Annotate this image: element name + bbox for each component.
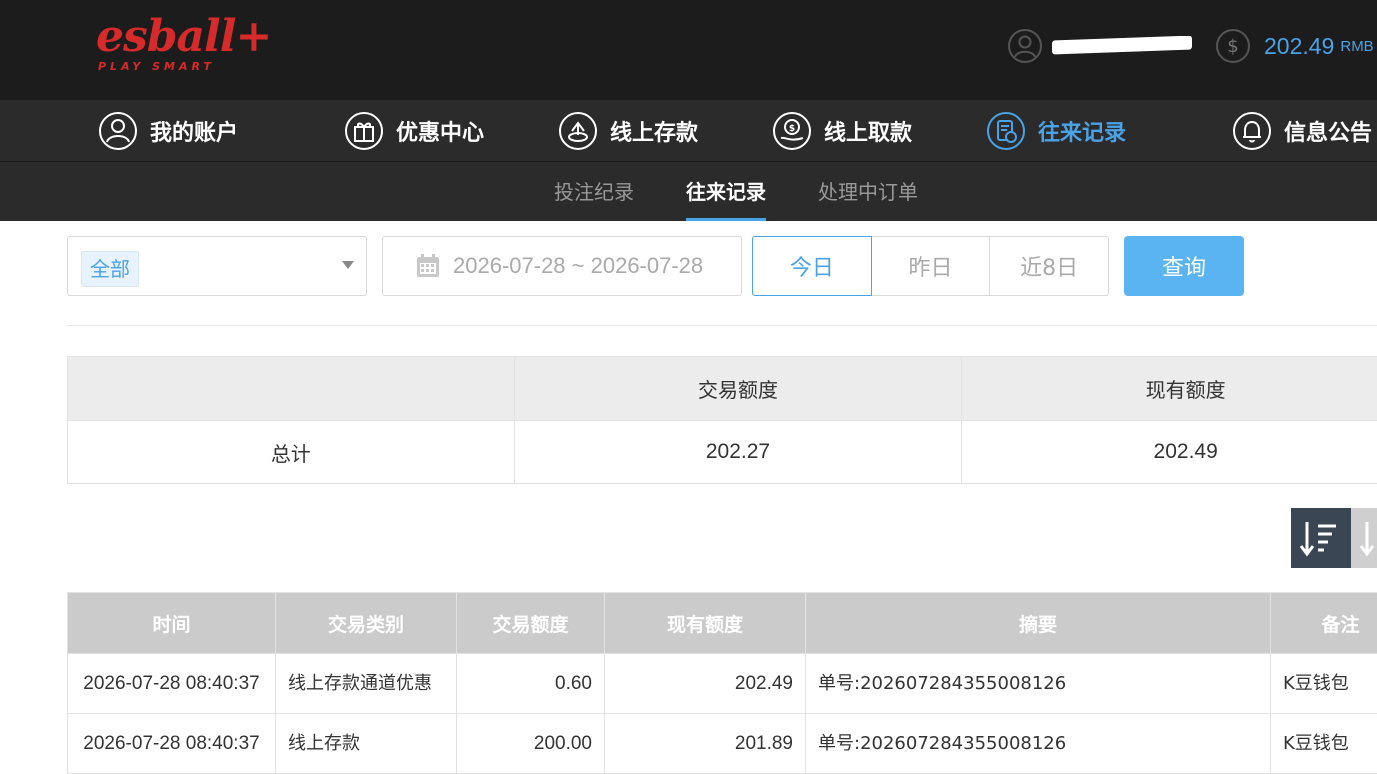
range-today-button[interactable]: 今日 bbox=[752, 236, 872, 296]
balance-unit: RMB bbox=[1340, 38, 1373, 55]
summary-header-current: 现有额度 bbox=[962, 357, 1377, 421]
col-header-time[interactable]: 时间 bbox=[68, 593, 276, 654]
cell-amount: 200.00 bbox=[457, 714, 605, 774]
table-row[interactable]: 2026-07-28 08:40:37 线上存款 200.00 201.89 单… bbox=[68, 714, 1377, 774]
col-header-balance[interactable]: 现有额度 bbox=[605, 593, 806, 654]
nav-item-withdraw[interactable]: $ 线上取款 bbox=[772, 110, 912, 152]
tab-bet-records[interactable]: 投注纪录 bbox=[554, 162, 634, 221]
query-button[interactable]: 查询 bbox=[1124, 236, 1244, 296]
nav-label: 我的账户 bbox=[150, 115, 238, 147]
quick-range-group: 今日 昨日 近8日 bbox=[752, 236, 1109, 296]
redaction-mask bbox=[1052, 36, 1192, 54]
type-select[interactable]: 全部 bbox=[67, 236, 367, 296]
date-range-text: 2026-07-28 ~ 2026-07-28 bbox=[453, 253, 703, 279]
summary-header-row: 交易额度 现有额度 bbox=[68, 357, 1377, 421]
range-yesterday-button[interactable]: 昨日 bbox=[871, 236, 991, 296]
caret-down-icon bbox=[342, 261, 354, 269]
nav-item-account[interactable]: 我的账户 bbox=[98, 110, 238, 152]
nav-item-announcements[interactable]: 信息公告 bbox=[1232, 110, 1372, 152]
date-range-picker[interactable]: 2026-07-28 ~ 2026-07-28 bbox=[382, 236, 742, 296]
nav-item-records[interactable]: 往来记录 bbox=[986, 110, 1126, 152]
sort-toggle-button[interactable] bbox=[1351, 508, 1377, 568]
bell-icon bbox=[1232, 111, 1272, 151]
col-header-type[interactable]: 交易类别 bbox=[276, 593, 457, 654]
arrow-down-icon bbox=[1351, 508, 1377, 568]
summary-header-trade: 交易额度 bbox=[514, 357, 962, 421]
summary-table: 交易额度 现有额度 总计 202.27 202.49 bbox=[67, 356, 1377, 484]
summary-total-label: 总计 bbox=[68, 421, 515, 484]
logo-wordmark: esball+ bbox=[96, 12, 256, 62]
deposit-icon bbox=[558, 111, 598, 151]
sub-nav: 投注纪录 往来记录 处理中订单 bbox=[0, 162, 1377, 221]
col-header-note[interactable]: 备注 bbox=[1271, 593, 1377, 654]
esball-logo[interactable]: esball+ PLAY SMART bbox=[96, 12, 256, 78]
gift-icon bbox=[344, 111, 384, 151]
range-last8days-button[interactable]: 近8日 bbox=[989, 236, 1109, 296]
user-icon bbox=[98, 111, 138, 151]
summary-trade-amount: 202.27 bbox=[514, 421, 962, 484]
calendar-icon bbox=[415, 253, 441, 279]
user-avatar-icon bbox=[1008, 29, 1042, 63]
svg-text:$: $ bbox=[789, 124, 795, 134]
nav-label: 信息公告 bbox=[1284, 115, 1372, 147]
nav-item-promotions[interactable]: 优惠中心 bbox=[344, 110, 484, 152]
cell-time: 2026-07-28 08:40:37 bbox=[68, 714, 276, 774]
summary-current-amount: 202.49 bbox=[962, 421, 1377, 484]
cell-balance: 201.89 bbox=[605, 714, 806, 774]
cell-note: K豆钱包 bbox=[1271, 654, 1377, 714]
balance-value: 202.49 bbox=[1264, 33, 1334, 60]
user-info[interactable] bbox=[1008, 28, 1192, 64]
type-select-value: 全部 bbox=[81, 251, 139, 287]
username-redacted bbox=[1052, 36, 1192, 56]
records-header-row: 时间 交易类别 交易额度 现有额度 摘要 备注 bbox=[68, 593, 1377, 654]
cell-time: 2026-07-28 08:40:37 bbox=[68, 654, 276, 714]
tab-transaction-records[interactable]: 往来记录 bbox=[686, 162, 766, 221]
top-header: esball+ PLAY SMART $ 202.49 RMB bbox=[0, 0, 1377, 100]
sort-desc-button[interactable] bbox=[1291, 508, 1351, 568]
cell-summary: 单号:202607284355008126 bbox=[806, 714, 1271, 774]
records-icon bbox=[986, 111, 1026, 151]
tab-pending-orders[interactable]: 处理中订单 bbox=[818, 162, 918, 221]
sort-desc-icon bbox=[1291, 508, 1351, 568]
dollar-icon: $ bbox=[1216, 29, 1250, 63]
main-nav: 我的账户 优惠中心 线上存款 $ 线上取款 bbox=[0, 100, 1377, 162]
cell-balance: 202.49 bbox=[605, 654, 806, 714]
cell-type: 线上存款通道优惠 bbox=[276, 654, 457, 714]
nav-label: 优惠中心 bbox=[396, 115, 484, 147]
cell-type: 线上存款 bbox=[276, 714, 457, 774]
nav-label: 往来记录 bbox=[1038, 115, 1126, 147]
col-header-summary[interactable]: 摘要 bbox=[806, 593, 1271, 654]
col-header-amount[interactable]: 交易额度 bbox=[457, 593, 605, 654]
table-row[interactable]: 2026-07-28 08:40:37 线上存款通道优惠 0.60 202.49… bbox=[68, 654, 1377, 714]
summary-total-row: 总计 202.27 202.49 bbox=[68, 421, 1377, 484]
nav-label: 线上取款 bbox=[824, 115, 912, 147]
records-table: 时间 交易类别 交易额度 现有额度 摘要 备注 2026-07-28 08:40… bbox=[67, 592, 1377, 774]
cell-amount: 0.60 bbox=[457, 654, 605, 714]
cell-note: K豆钱包 bbox=[1271, 714, 1377, 774]
nav-label: 线上存款 bbox=[610, 115, 698, 147]
balance-display: $ 202.49 RMB bbox=[1216, 28, 1374, 64]
divider bbox=[67, 325, 1377, 326]
summary-header-empty bbox=[68, 357, 515, 421]
cell-summary: 单号:202607284355008126 bbox=[806, 654, 1271, 714]
nav-item-deposit[interactable]: 线上存款 bbox=[558, 110, 698, 152]
withdraw-icon: $ bbox=[772, 111, 812, 151]
